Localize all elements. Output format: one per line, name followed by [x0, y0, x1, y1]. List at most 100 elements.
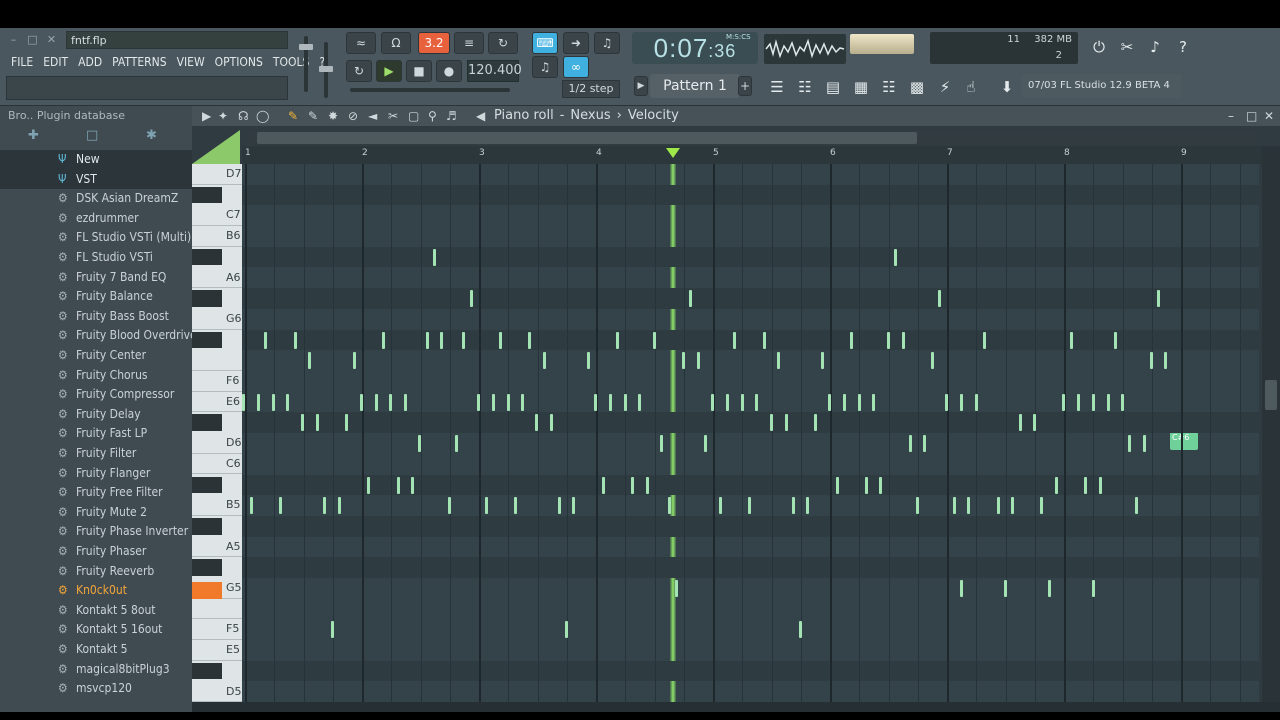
note[interactable]: [938, 290, 941, 308]
plugin-picker-icon[interactable]: ▩: [906, 76, 928, 98]
playlist-icon[interactable]: ☰: [766, 76, 788, 98]
note[interactable]: [646, 476, 649, 494]
note[interactable]: [404, 393, 407, 411]
black-key[interactable]: [192, 248, 222, 266]
stop-button[interactable]: ■: [406, 60, 432, 82]
note[interactable]: [960, 580, 963, 597]
note[interactable]: [785, 414, 788, 432]
timeline-ruler[interactable]: 1 2 3 4 5 6 7 8 9: [242, 146, 1262, 164]
note[interactable]: [1143, 435, 1146, 453]
note[interactable]: [726, 393, 729, 411]
pr-close-icon[interactable]: ✕: [1264, 106, 1274, 126]
slip-icon[interactable]: ◄: [368, 106, 377, 126]
note[interactable]: [367, 476, 370, 494]
note[interactable]: [704, 435, 707, 453]
vscroll-thumb[interactable]: [1265, 380, 1277, 410]
brush-icon[interactable]: ✎: [308, 106, 318, 126]
note[interactable]: [638, 393, 641, 411]
note[interactable]: [748, 497, 751, 515]
note[interactable]: [689, 290, 692, 308]
note[interactable]: [279, 497, 282, 515]
note[interactable]: [1084, 476, 1087, 494]
note[interactable]: [719, 497, 722, 515]
select-icon[interactable]: ▢: [408, 106, 419, 126]
note[interactable]: [462, 331, 465, 349]
note[interactable]: [806, 497, 809, 515]
white-key[interactable]: [192, 350, 242, 371]
note[interactable]: [411, 476, 414, 494]
note[interactable]: [301, 414, 304, 432]
note[interactable]: [514, 497, 517, 515]
note[interactable]: [272, 393, 275, 411]
note[interactable]: [902, 331, 905, 349]
note[interactable]: [594, 393, 597, 411]
note[interactable]: [828, 393, 831, 411]
blend-notes-button[interactable]: ≡: [454, 32, 484, 54]
note[interactable]: [624, 393, 627, 411]
note[interactable]: [1011, 497, 1014, 515]
pr-minimize-icon[interactable]: –: [1228, 106, 1234, 126]
note[interactable]: [242, 393, 245, 411]
pencil-icon[interactable]: ✎: [288, 106, 298, 126]
vertical-scrollbar[interactable]: [1262, 146, 1280, 704]
pattern-selector[interactable]: Pattern 1: [650, 74, 740, 98]
browser-item[interactable]: ⚙ Fruity Mute 2: [0, 503, 192, 523]
note[interactable]: [1157, 290, 1160, 308]
browser-item[interactable]: ⚙ Kn0ck0ut: [0, 581, 192, 601]
note[interactable]: [953, 497, 956, 515]
note[interactable]: [609, 393, 612, 411]
browser-item[interactable]: ⚙ Fruity Blood Overdrive: [0, 326, 197, 346]
note[interactable]: [923, 435, 926, 453]
headphone-icon[interactable]: ☊: [238, 106, 249, 126]
browser-item[interactable]: ⚙ Fruity Reeverb: [0, 562, 192, 582]
note[interactable]: [264, 331, 267, 349]
horizontal-scrollbar[interactable]: [247, 130, 1257, 146]
snap-selector[interactable]: 1/2 step: [562, 80, 620, 98]
black-key[interactable]: [192, 559, 222, 576]
note[interactable]: [558, 497, 561, 515]
note[interactable]: [997, 497, 1000, 515]
main-pitch-slider[interactable]: [350, 88, 510, 92]
note[interactable]: [836, 476, 839, 494]
note[interactable]: [470, 290, 473, 308]
title-part[interactable]: Velocity: [628, 108, 679, 123]
note[interactable]: [257, 393, 260, 411]
note[interactable]: [499, 331, 502, 349]
white-key[interactable]: [192, 599, 242, 620]
note[interactable]: [909, 435, 912, 453]
note[interactable]: [682, 352, 685, 370]
scroll-thumb[interactable]: [257, 132, 917, 144]
note[interactable]: [477, 393, 480, 411]
wait-input-button[interactable]: Ω: [381, 32, 411, 54]
note[interactable]: [975, 393, 978, 411]
note[interactable]: [294, 331, 297, 349]
note[interactable]: [418, 435, 421, 453]
channel-rack-icon[interactable]: ☷: [794, 76, 816, 98]
note[interactable]: [763, 331, 766, 349]
file-icon[interactable]: □: [86, 128, 98, 143]
note[interactable]: [345, 414, 348, 432]
active-key[interactable]: [192, 582, 222, 599]
browser-item[interactable]: ⚙ Fruity 7 Band EQ: [0, 268, 192, 288]
master-volume-slider[interactable]: [299, 36, 313, 92]
note[interactable]: [1107, 393, 1110, 411]
browser-item[interactable]: ⚙ Fruity Flanger: [0, 464, 192, 484]
black-key[interactable]: [192, 186, 222, 204]
collapse-icon[interactable]: ✚: [28, 128, 39, 143]
browser-icon[interactable]: ▦: [850, 76, 872, 98]
note[interactable]: [426, 331, 429, 349]
browser-item[interactable]: ⚙ Fruity Free Filter: [0, 483, 192, 503]
piano-keyboard[interactable]: D7 C7 B6 A6 G6 F6 E6 D6 C6 B5 A5 G5 F5 E5 D5: [192, 164, 242, 703]
note[interactable]: [433, 248, 436, 266]
star-icon[interactable]: ✱: [146, 128, 157, 143]
black-key[interactable]: [192, 517, 222, 535]
browser-item[interactable]: ⚙ Fruity Chorus: [0, 366, 192, 386]
note[interactable]: [389, 393, 392, 411]
note[interactable]: [323, 497, 326, 515]
browser-item[interactable]: ⚙ DSK Asian DreamZ: [0, 189, 192, 209]
note[interactable]: [375, 393, 378, 411]
pr-restore-icon[interactable]: □: [1246, 106, 1257, 126]
note[interactable]: [616, 331, 619, 349]
black-key[interactable]: [192, 331, 222, 349]
note[interactable]: [492, 393, 495, 411]
